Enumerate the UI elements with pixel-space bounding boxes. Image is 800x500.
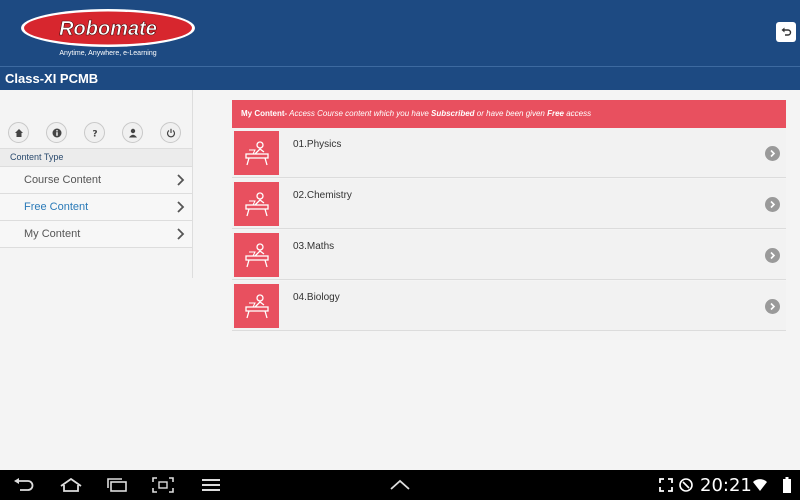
chevron-right-icon bbox=[177, 174, 185, 186]
subject-label: 04.Biology bbox=[293, 292, 340, 303]
banner-text-part: or have been given bbox=[474, 109, 548, 118]
app-header: Robomate Anytime, Anywhere, e-Learning bbox=[0, 0, 800, 66]
logo-tagline: Anytime, Anywhere, e-Learning bbox=[59, 50, 157, 57]
svg-text:?: ? bbox=[92, 129, 97, 138]
banner-text: My Content- Access Course content which … bbox=[241, 109, 591, 118]
system-nav-bar: 20:21 bbox=[0, 470, 800, 500]
sidebar-item-free-content[interactable]: Free Content bbox=[0, 194, 192, 221]
home-icon[interactable] bbox=[8, 122, 29, 143]
subject-row-chemistry[interactable]: 02.Chemistry bbox=[232, 179, 786, 229]
undo-icon bbox=[781, 27, 792, 36]
subject-row-physics[interactable]: 01.Physics bbox=[232, 128, 786, 178]
sidebar-icon-row: ? bbox=[0, 122, 193, 144]
banner-subscribed: Subscribed bbox=[431, 109, 475, 118]
chevron-right-icon bbox=[177, 201, 185, 213]
sidebar-item-label: Course Content bbox=[24, 174, 102, 186]
screenshot-icon[interactable] bbox=[152, 476, 174, 494]
sidebar: ? Content Type Course Content Free Conte… bbox=[0, 90, 193, 278]
section-title: Content Type bbox=[10, 152, 64, 162]
power-icon[interactable] bbox=[160, 122, 181, 143]
chevron-right-circle-icon[interactable] bbox=[765, 197, 780, 212]
study-icon bbox=[234, 182, 279, 226]
nav-back-icon[interactable] bbox=[12, 476, 36, 494]
nav-home-icon[interactable] bbox=[58, 476, 84, 494]
subject-label: 03.Maths bbox=[293, 241, 335, 252]
battery-icon bbox=[782, 476, 792, 494]
banner-title: My Content- bbox=[241, 109, 288, 118]
study-icon bbox=[234, 233, 279, 277]
user-icon[interactable] bbox=[122, 122, 143, 143]
status-clock: 20:21 bbox=[700, 475, 752, 496]
banner-text-part: Access Course content which you have bbox=[287, 109, 431, 118]
sidebar-item-course-content[interactable]: Course Content bbox=[0, 167, 192, 194]
study-icon bbox=[234, 284, 279, 328]
sidebar-item-my-content[interactable]: My Content bbox=[0, 221, 192, 248]
study-icon bbox=[234, 131, 279, 175]
info-icon[interactable] bbox=[46, 122, 67, 143]
chevron-right-circle-icon[interactable] bbox=[765, 299, 780, 314]
logo-ellipse: Robomate bbox=[21, 9, 195, 47]
fullscreen-icon bbox=[658, 476, 674, 494]
chevron-right-circle-icon[interactable] bbox=[765, 146, 780, 161]
content-type-header: Content Type bbox=[0, 148, 192, 167]
banner-free: Free bbox=[547, 109, 564, 118]
sidebar-item-label: Free Content bbox=[24, 201, 89, 213]
wifi-icon bbox=[752, 476, 768, 494]
page-title: Class-XI PCMB bbox=[5, 71, 99, 86]
subject-row-maths[interactable]: 03.Maths bbox=[232, 230, 786, 280]
data-saver-icon bbox=[678, 476, 694, 494]
help-icon[interactable]: ? bbox=[84, 122, 105, 143]
banner-text-part: access bbox=[563, 109, 592, 118]
logo-text: Robomate bbox=[59, 18, 157, 40]
nav-recent-apps-icon[interactable] bbox=[106, 476, 128, 494]
subject-row-biology[interactable]: 04.Biology bbox=[232, 281, 786, 331]
nav-menu-icon[interactable] bbox=[200, 476, 222, 494]
chevron-right-circle-icon[interactable] bbox=[765, 248, 780, 263]
title-bar: Class-XI PCMB bbox=[0, 66, 800, 90]
my-content-banner: My Content- Access Course content which … bbox=[232, 100, 786, 128]
subject-label: 02.Chemistry bbox=[293, 190, 352, 201]
nav-chevron-up-icon[interactable] bbox=[388, 476, 412, 494]
chevron-right-icon bbox=[177, 228, 185, 240]
back-button[interactable] bbox=[776, 22, 796, 42]
subject-label: 01.Physics bbox=[293, 139, 342, 150]
robomate-logo[interactable]: Robomate Anytime, Anywhere, e-Learning bbox=[20, 6, 198, 62]
sidebar-item-label: My Content bbox=[24, 228, 81, 240]
